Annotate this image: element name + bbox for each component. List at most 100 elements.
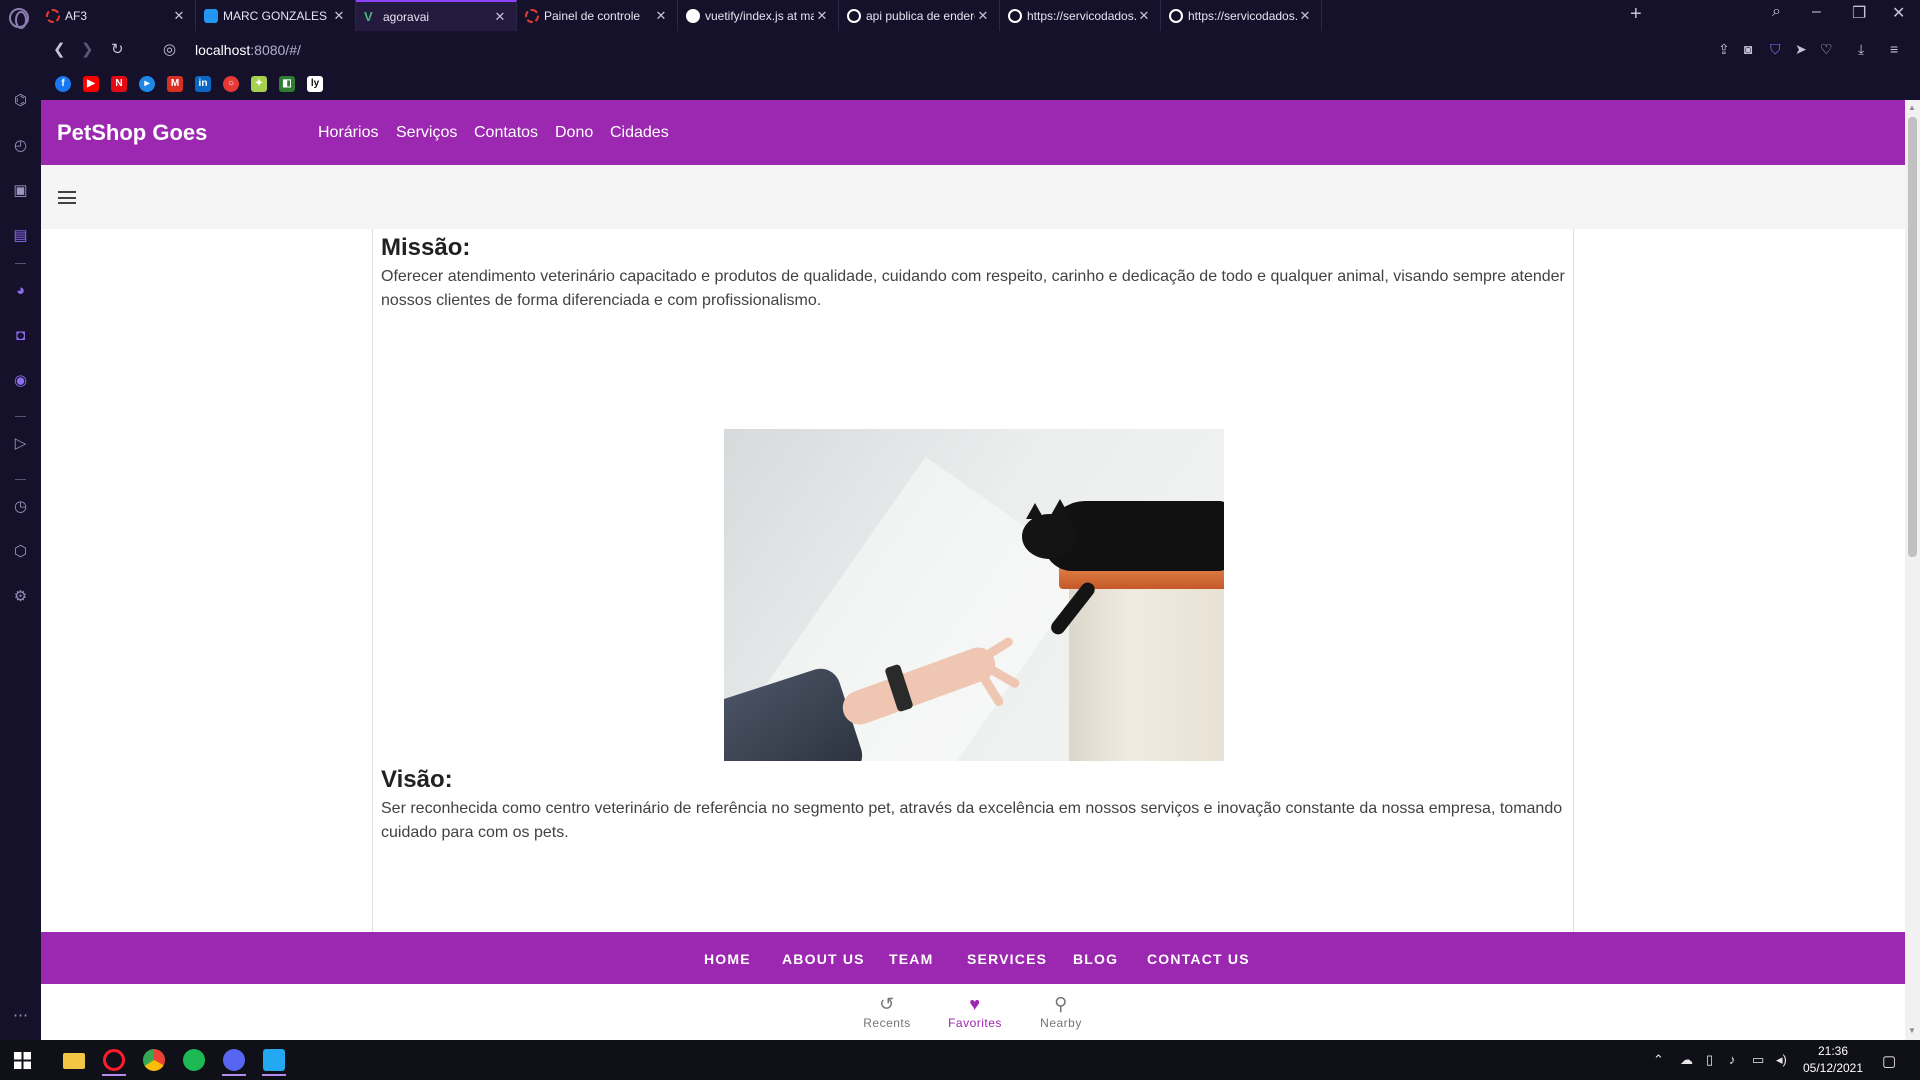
send-icon[interactable]: ➤ [1795, 41, 1807, 58]
footer-link-home[interactable]: HOME [704, 951, 751, 967]
back-icon[interactable]: ❮ [53, 40, 66, 58]
forward-icon[interactable]: ❯ [81, 40, 94, 58]
twitch-icon[interactable]: ▣ [11, 181, 30, 200]
easy-setup-icon[interactable]: ≡ [1890, 41, 1898, 57]
discord-icon[interactable] [214, 1044, 254, 1076]
mission-text: Oferecer atendimento veterinário capacit… [381, 268, 1565, 309]
new-tab-icon[interactable]: + [1630, 3, 1642, 26]
opera-bookmark-icon[interactable]: ○ [223, 76, 239, 92]
bottom-nav-label: Recents [863, 1016, 911, 1030]
footer-link-contact-us[interactable]: CONTACT US [1147, 951, 1250, 967]
app-bar: PetShop Goes Horários Serviços Contatos … [41, 100, 1905, 165]
bookmark-heart-icon[interactable]: ♡ [1820, 41, 1833, 58]
youtube-bookmark-icon[interactable]: ▶ [83, 76, 99, 92]
browser-tab-active[interactable]: V agoravai ✕ [356, 0, 517, 31]
tab-close-icon[interactable]: ✕ [1136, 8, 1152, 24]
minimize-icon[interactable]: – [1812, 3, 1821, 21]
scroll-up-icon[interactable]: ▲ [1908, 103, 1916, 112]
snapshot-icon[interactable]: ◙ [1744, 41, 1752, 57]
tab-close-icon[interactable]: ✕ [171, 8, 187, 24]
whatsapp-icon[interactable]: ◕ [11, 281, 30, 300]
scrollbar-thumb[interactable] [1908, 117, 1917, 557]
tab-label: api publica de endereços · [866, 8, 975, 23]
file-explorer-icon[interactable] [54, 1044, 94, 1076]
restore-icon[interactable]: ❐ [1852, 3, 1866, 23]
more-dots-icon[interactable]: ⋯ [11, 1006, 30, 1025]
tray-device-icon[interactable]: ▯ [1706, 1052, 1713, 1068]
bottom-nav-label: Nearby [1040, 1016, 1082, 1030]
opera-sidebar: ⌬ ◴ ▣ ▤ ◕ ◘ ◉ ▷ ◷ ⬡ ⚙ ⋯ [0, 31, 41, 1040]
tab-label: vuetify/index.js at main · A [705, 8, 814, 23]
taskbar-clock[interactable]: 21:36 05/12/2021 [1798, 1043, 1868, 1077]
code-bookmark-icon[interactable]: ◧ [279, 76, 295, 92]
footer-link-team[interactable]: TEAM [889, 951, 933, 967]
netflix-bookmark-icon[interactable]: N [111, 76, 127, 92]
tab-close-icon[interactable]: ✕ [653, 8, 669, 24]
nav-link-horarios[interactable]: Horários [318, 124, 378, 142]
figma-bookmark-icon[interactable]: ✦ [251, 76, 267, 92]
browser-tab[interactable]: https://servicodados.ibge.g ✕ [1161, 0, 1322, 31]
vscode-icon[interactable] [254, 1044, 294, 1076]
browser-tab[interactable]: api publica de endereços · ✕ [839, 0, 1000, 31]
tab-close-icon[interactable]: ✕ [492, 9, 508, 25]
nav-link-servicos[interactable]: Serviços [396, 124, 457, 142]
opera-taskbar-icon[interactable] [94, 1044, 134, 1076]
bottom-nav-favorites[interactable]: ♥ Favorites [935, 984, 1015, 1040]
vpn-shield-icon[interactable]: ⛉ [1770, 41, 1781, 58]
tab-label: Painel de controle [544, 8, 641, 23]
scroll-down-icon[interactable]: ▼ [1908, 1026, 1916, 1035]
tab-close-icon[interactable]: ✕ [331, 8, 347, 24]
gmail-bookmark-icon[interactable]: M [167, 76, 183, 92]
ly-bookmark-icon[interactable]: ly [307, 76, 323, 92]
tab-close-icon[interactable]: ✕ [1297, 8, 1313, 24]
chrome-icon[interactable] [134, 1044, 174, 1076]
instagram-icon[interactable]: ◘ [11, 326, 30, 345]
reload-icon[interactable]: ↻ [111, 40, 124, 58]
prime-video-bookmark-icon[interactable]: ▸ [139, 76, 155, 92]
network-icon[interactable]: ▭ [1752, 1052, 1764, 1068]
linkedin-bookmark-icon[interactable]: in [195, 76, 211, 92]
tab-close-icon[interactable]: ✕ [814, 8, 830, 24]
player-icon[interactable]: ▷ [11, 434, 30, 453]
footer-link-blog[interactable]: BLOG [1073, 951, 1118, 967]
tray-chevron-icon[interactable]: ⌃ [1653, 1052, 1664, 1068]
bottom-nav-nearby[interactable]: ⚲ Nearby [1021, 984, 1101, 1040]
footer-link-services[interactable]: SERVICES [967, 951, 1047, 967]
brand-title[interactable]: PetShop Goes [57, 120, 207, 146]
twitter-icon[interactable]: ◉ [11, 371, 30, 390]
page-scrollbar[interactable]: ▲ ▼ [1905, 100, 1920, 1040]
spotify-icon[interactable] [174, 1044, 214, 1076]
onedrive-icon[interactable]: ☁ [1680, 1052, 1693, 1068]
nav-link-contatos[interactable]: Contatos [474, 124, 538, 142]
close-window-icon[interactable]: ✕ [1892, 3, 1905, 23]
microphone-icon[interactable]: ♪ [1729, 1052, 1736, 1067]
browser-tab[interactable]: vuetify/index.js at main · A ✕ [678, 0, 839, 31]
speed-dial-icon[interactable]: ◴ [11, 136, 30, 155]
tab-search-icon[interactable]: ⌕ [1772, 3, 1781, 21]
footer-link-about-us[interactable]: ABOUT US [782, 951, 865, 967]
windows-start-icon[interactable] [2, 1044, 42, 1076]
extensions-icon[interactable]: ⬡ [11, 542, 30, 561]
download-icon[interactable]: ⤓ [1858, 41, 1864, 58]
gx-controller-icon[interactable]: ⌬ [11, 91, 30, 110]
volume-icon[interactable]: ◂) [1776, 1052, 1787, 1068]
bottom-nav-recents[interactable]: ↺ Recents [847, 984, 927, 1040]
nav-link-dono[interactable]: Dono [555, 124, 593, 142]
site-info-icon[interactable]: ◎ [163, 40, 176, 58]
twitch-notifications-icon[interactable]: ▤ [11, 226, 30, 245]
opera-menu-icon[interactable] [9, 8, 29, 29]
history-sidebar-icon[interactable]: ◷ [11, 497, 30, 516]
tab-close-icon[interactable]: ✕ [975, 8, 991, 24]
browser-tab[interactable]: Painel de controle ✕ [517, 0, 678, 31]
url-field[interactable]: localhost:8080/#/ [195, 42, 301, 58]
browser-tab[interactable]: https://servicodados.ibge.g ✕ [1000, 0, 1161, 31]
browser-tab[interactable]: AF3 ✕ [38, 0, 196, 31]
notifications-icon[interactable]: ▢ [1882, 1052, 1896, 1070]
nav-link-cidades[interactable]: Cidades [610, 124, 669, 142]
settings-gear-icon[interactable]: ⚙ [11, 587, 30, 606]
browser-tab[interactable]: MARC GONZALES CAPDEV ✕ [196, 0, 356, 31]
facebook-bookmark-icon[interactable]: f [55, 76, 71, 92]
share-icon[interactable]: ⇪ [1718, 41, 1730, 58]
page-viewport: PetShop Goes Horários Serviços Contatos … [41, 100, 1905, 1040]
menu-hamburger-icon[interactable] [58, 191, 76, 204]
